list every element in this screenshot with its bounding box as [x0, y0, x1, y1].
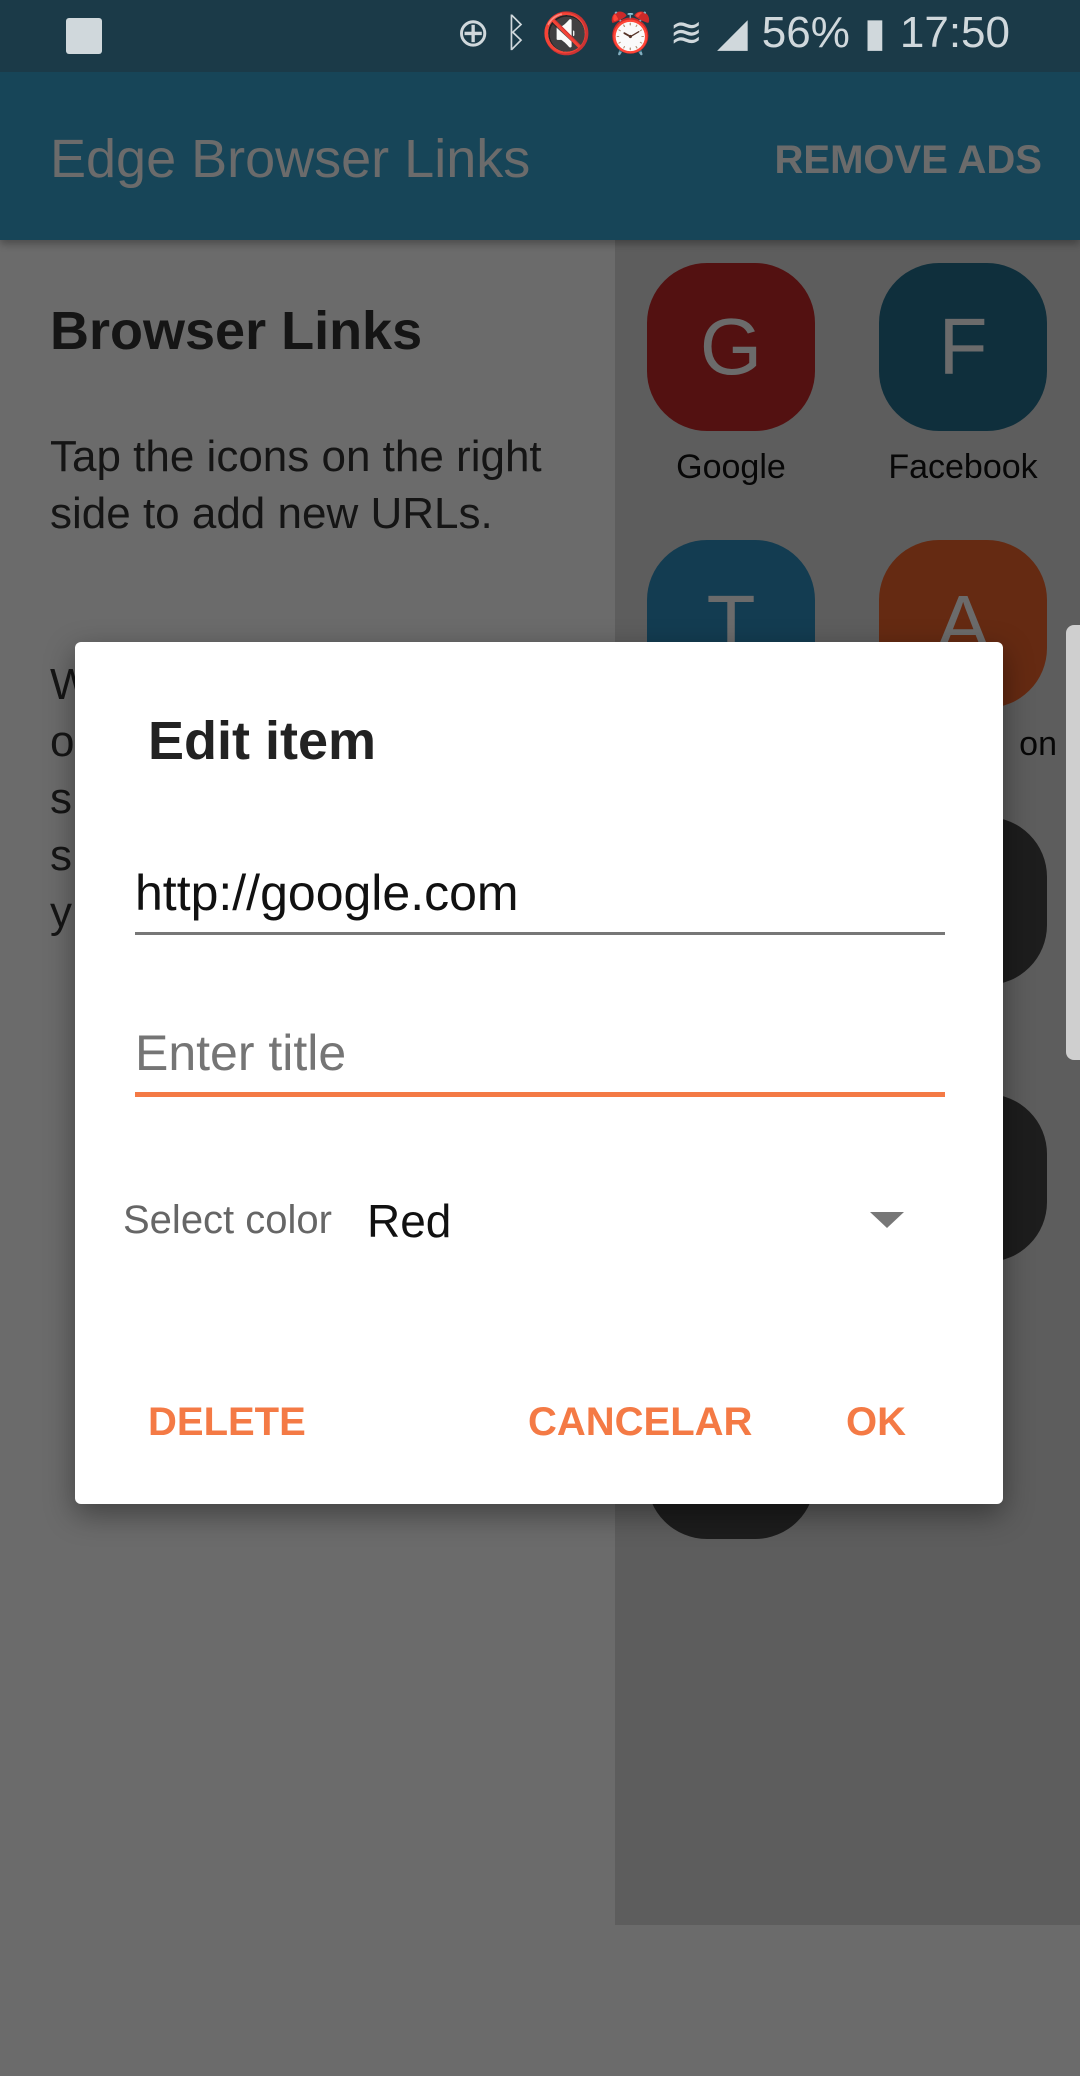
link-tile[interactable]: G — [647, 263, 815, 431]
url-input[interactable] — [135, 864, 945, 935]
tile-letter: F — [938, 302, 988, 391]
select-color-label: Select color — [123, 1198, 332, 1242]
tile-label: Google — [676, 448, 786, 486]
cancel-button[interactable]: CANCELAR — [528, 1400, 752, 1445]
title-input[interactable] — [135, 1024, 945, 1097]
panel-paragraph: Tap the icons on the right side to add n… — [50, 432, 542, 538]
battery-charging-icon: ▮ — [863, 11, 886, 55]
status-bar: ⊕ ᛒ 🔇 ⏰ ≋ ◢ 56% ▮ 17:50 — [0, 0, 1080, 72]
mute-vibrate-icon: 🔇 — [541, 11, 592, 56]
tile-label: Facebook — [888, 448, 1038, 486]
tile-letter: G — [699, 302, 763, 391]
link-tile[interactable]: F — [879, 263, 1047, 431]
color-select[interactable]: Red — [367, 1194, 451, 1248]
dialog-title: Edit item — [148, 711, 377, 771]
clock: 17:50 — [899, 8, 1010, 57]
app-title: Edge Browser Links — [50, 129, 531, 189]
bottom-area — [0, 1925, 1080, 2076]
scrollbar[interactable] — [1066, 625, 1080, 1060]
battery-percent: 56% — [761, 8, 850, 57]
edit-item-dialog: Edit item Select color Red DELETE CANCEL… — [75, 642, 1003, 1504]
data-saver-icon: ⊕ — [456, 11, 490, 55]
ok-button[interactable]: OK — [846, 1400, 906, 1445]
bluetooth-icon: ᛒ — [503, 10, 528, 55]
image-icon — [66, 18, 102, 54]
panel-heading: Browser Links — [50, 301, 423, 361]
remove-ads-button[interactable]: REMOVE ADS — [775, 138, 1042, 183]
alarm-icon: ⏰ — [605, 11, 656, 56]
wifi-icon: ≋ — [669, 11, 704, 55]
signal-icon: ◢ — [717, 11, 748, 55]
dropdown-arrow-icon[interactable] — [870, 1212, 904, 1228]
app-bar: Edge Browser Links REMOVE ADS — [0, 72, 1080, 240]
delete-button[interactable]: DELETE — [148, 1400, 306, 1445]
